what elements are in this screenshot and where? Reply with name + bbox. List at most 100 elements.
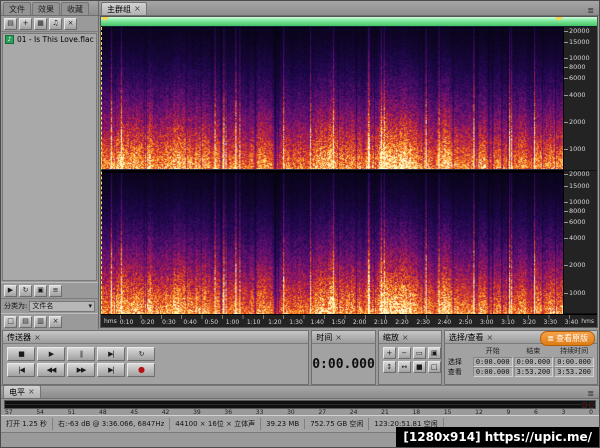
pause-button[interactable]: ∥ bbox=[67, 347, 95, 361]
spectral-view[interactable]: 20000 15000 10000 8000 6000 4000 2000 1000 2000… bbox=[100, 16, 598, 328]
play-file-button[interactable]: ▶ bbox=[4, 284, 17, 297]
spectrogram-channels[interactable] bbox=[101, 27, 563, 314]
zoom-panel-header[interactable]: 缩放 × bbox=[378, 331, 441, 344]
transport-panel-header[interactable]: 传送器 × bbox=[3, 331, 309, 344]
close-icon[interactable]: × bbox=[28, 388, 35, 396]
clip-indicator[interactable] bbox=[582, 402, 587, 408]
remove-file-button[interactable]: × bbox=[49, 315, 62, 328]
files-preview-controls: ▶ ↻ ▣ ≡ bbox=[1, 282, 98, 298]
zoom-button-icon: ▭ bbox=[416, 348, 423, 357]
tab-files[interactable]: 文件 × bbox=[3, 2, 31, 15]
zoom-full-button[interactable]: ▣ bbox=[427, 347, 441, 359]
file-list-item[interactable]: ♪ 01 - Is This Love.flac bbox=[3, 34, 96, 45]
clip-indicator[interactable] bbox=[589, 402, 594, 408]
tab-label: 效果 bbox=[38, 4, 54, 14]
file-list[interactable]: ♪ 01 - Is This Love.flac bbox=[2, 33, 97, 281]
spectrogram-canvas-left[interactable] bbox=[101, 27, 563, 169]
spectrogram-left-channel[interactable] bbox=[101, 27, 563, 169]
spectrogram-canvas-right[interactable] bbox=[101, 172, 563, 314]
tab-favorites[interactable]: 收藏 × bbox=[61, 2, 89, 15]
waveform-overview-bar[interactable] bbox=[101, 17, 597, 27]
freq-tick-label: 8000 bbox=[564, 63, 586, 72]
zoom-right-edge-button[interactable]: □ bbox=[427, 361, 441, 373]
level-meter[interactable] bbox=[4, 400, 596, 409]
new-folder-button[interactable]: □ bbox=[4, 315, 17, 328]
playback-cursor[interactable] bbox=[101, 27, 102, 314]
badge-label: 查看原版 bbox=[556, 334, 588, 343]
zoom-button-icon: ▣ bbox=[431, 348, 438, 357]
freq-tick-label: 2000 bbox=[564, 117, 586, 126]
panel-menu-icon[interactable]: ≣ bbox=[584, 6, 597, 15]
sort-dropdown[interactable]: 文件名 ▾ bbox=[29, 300, 95, 312]
record-button[interactable]: ● bbox=[127, 363, 155, 377]
zoom-button-icon: □ bbox=[431, 362, 438, 371]
insert-to-multitrack-button[interactable]: ♫ bbox=[49, 17, 62, 30]
end-value[interactable]: 3:53.200 bbox=[513, 367, 554, 377]
main-tabbar: 主群组 × ≣ bbox=[99, 1, 599, 16]
spectrogram-area: 20000 15000 10000 8000 6000 4000 2000 1000 2000… bbox=[101, 27, 597, 314]
import-file-button[interactable]: ▤ bbox=[4, 17, 17, 30]
frequency-ruler-bottom: 20000 15000 10000 8000 6000 4000 2000 1000 bbox=[564, 170, 597, 314]
panel-options-button[interactable]: ≡ bbox=[49, 284, 62, 297]
time-panel-header[interactable]: 时间 × bbox=[312, 331, 375, 344]
zoom-in-vertical-button[interactable]: ↕ bbox=[382, 361, 396, 373]
edit-file-button[interactable]: ▦ bbox=[34, 17, 47, 30]
bottom-dock: 传送器 × ■ ▶ ∥ ▶| ↻ |◀ ◀◀ ▶▶ ▶| ● 时间 × 0:00… bbox=[1, 329, 599, 385]
preview-button-icon: ▣ bbox=[37, 286, 44, 294]
start-value[interactable]: 0:00.000 bbox=[472, 357, 513, 367]
close-icon[interactable]: × bbox=[335, 333, 342, 342]
time-tick-label: 1:00 bbox=[225, 319, 240, 326]
zoom-out-button[interactable]: − bbox=[397, 347, 411, 359]
tab-effects[interactable]: 效果 × bbox=[32, 2, 60, 15]
loop-play-button[interactable]: ↻ bbox=[19, 284, 32, 297]
end-value[interactable]: 0:00.000 bbox=[513, 357, 554, 367]
spectrogram-right-channel[interactable] bbox=[101, 172, 563, 314]
close-icon[interactable]: × bbox=[134, 5, 141, 13]
zoom-button-icon: + bbox=[386, 348, 393, 357]
selection-handle-right-icon[interactable] bbox=[555, 17, 563, 25]
close-icon[interactable]: × bbox=[402, 333, 409, 342]
start-value[interactable]: 0:00.000 bbox=[472, 367, 513, 377]
watermark-badge[interactable]: ≣ 查看原版 bbox=[540, 331, 595, 346]
time-ruler[interactable]: hms 0:10 0:20 0:30 0:40 0:50 1:00 1:10 1:20 1:30… bbox=[101, 314, 597, 327]
files-panel-tabbar: 文件 × 效果 × 收藏 × bbox=[1, 1, 98, 16]
close-file-button[interactable]: × bbox=[64, 17, 77, 30]
collapse-all-button[interactable]: ▥ bbox=[34, 315, 47, 328]
freq-tick-label: 8000 bbox=[564, 206, 586, 215]
transport-button-icon: ◀◀ bbox=[46, 365, 57, 374]
close-icon[interactable]: × bbox=[34, 333, 41, 342]
rewind-button[interactable]: ◀◀ bbox=[37, 363, 65, 377]
zoom-button-icon: ■ bbox=[416, 362, 423, 371]
frequency-ruler[interactable]: 20000 15000 10000 8000 6000 4000 2000 1000 2000… bbox=[563, 27, 597, 314]
play-looped-button[interactable]: ↻ bbox=[127, 347, 155, 361]
zoom-out-vertical-button[interactable]: ↔ bbox=[397, 361, 411, 373]
zoom-in-button[interactable]: + bbox=[382, 347, 396, 359]
zoom-left-edge-button[interactable]: ■ bbox=[412, 361, 426, 373]
play-from-cursor-button[interactable]: ▶| bbox=[97, 347, 125, 361]
duration-value[interactable]: 0:00.000 bbox=[554, 357, 594, 367]
panel-menu-icon[interactable]: ≣ bbox=[584, 389, 597, 398]
zoom-to-selection-button[interactable]: ▭ bbox=[412, 347, 426, 359]
auto-play-toggle[interactable]: ▣ bbox=[34, 284, 47, 297]
time-display[interactable]: 0:00.000 bbox=[312, 344, 375, 384]
sort-label: 分类为: bbox=[4, 302, 28, 310]
folder-button-icon: □ bbox=[7, 317, 14, 325]
fast-forward-button[interactable]: ▶▶ bbox=[67, 363, 95, 377]
expand-all-button[interactable]: ▤ bbox=[19, 315, 32, 328]
go-to-end-button[interactable]: ▶| bbox=[97, 363, 125, 377]
files-folder-controls: □ ▤ ▥ × bbox=[1, 313, 98, 329]
go-to-beginning-button[interactable]: |◀ bbox=[7, 363, 35, 377]
stop-button[interactable]: ■ bbox=[7, 347, 35, 361]
duration-value[interactable]: 3:53.200 bbox=[554, 367, 594, 377]
play-button[interactable]: ▶ bbox=[37, 347, 65, 361]
close-icon[interactable]: × bbox=[487, 333, 494, 342]
transport-button-icon: ▶ bbox=[48, 349, 54, 358]
open-file-button[interactable]: + bbox=[19, 17, 32, 30]
time-tick-label: 0:30 bbox=[162, 319, 176, 326]
freq-tick-label: 10000 bbox=[564, 197, 590, 206]
selection-handle-left-icon[interactable] bbox=[101, 17, 109, 25]
toolbar-button-icon: ♫ bbox=[52, 19, 59, 27]
tab-levels[interactable]: 电平 × bbox=[3, 385, 41, 398]
toolbar-button-icon: ▤ bbox=[7, 19, 14, 27]
tab-main-group[interactable]: 主群组 × bbox=[101, 2, 147, 15]
